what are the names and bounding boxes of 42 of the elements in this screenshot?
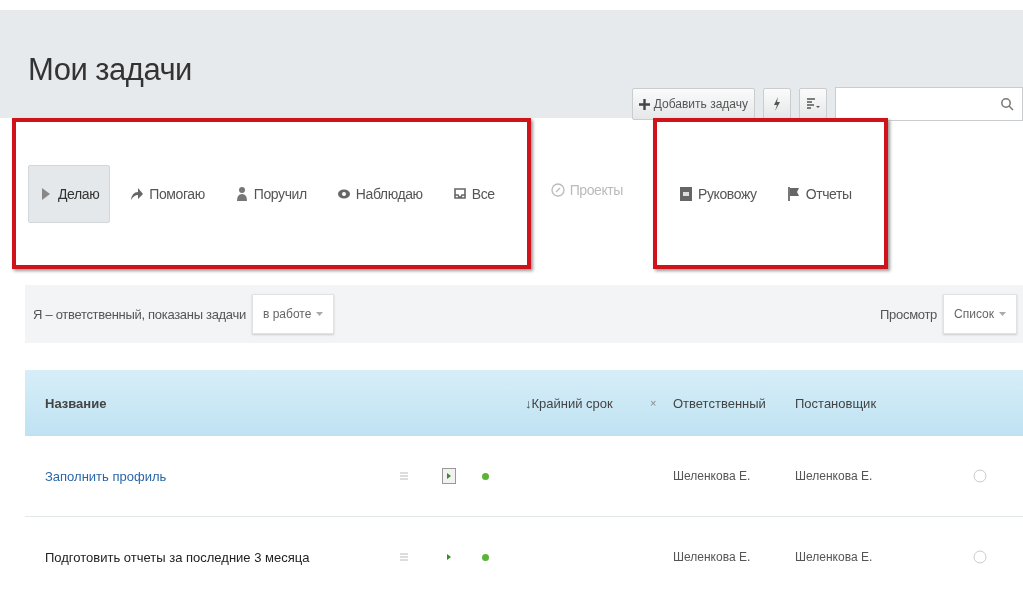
page-title: Мои задачи [28,52,193,88]
table-cell: Шеленкова Е. [795,550,873,564]
list-menu-button[interactable] [799,88,827,120]
task-title: Подготовить отчеты за последние 3 месяца [45,549,310,565]
circle-icon [550,181,565,198]
tab[interactable]: Помогаю [120,164,215,223]
person-icon [234,185,249,202]
tab[interactable]: Отчеты [776,164,862,223]
table-cell: Шеленкова Е. [673,469,751,483]
column-header[interactable]: ↓Крайний срок [525,395,613,411]
lightning-button[interactable] [763,88,791,120]
book-icon [679,185,693,202]
tab[interactable]: Руковожу [669,164,767,223]
status-dot-icon [482,553,489,561]
tab[interactable]: Делаю [28,164,111,223]
list-icon [805,96,821,112]
column-header[interactable]: Постановщик [795,395,877,411]
tray-icon [452,185,467,202]
radio-icon[interactable] [973,550,987,564]
tab[interactable]: Наблюдаю [326,164,433,223]
status-dropdown[interactable]: в работе [251,294,335,334]
tab[interactable]: Все [442,164,505,223]
flag-icon [786,185,801,202]
table-cell: Шеленкова Е. [673,550,751,564]
tab[interactable]: Поручил [224,164,317,223]
plus-icon [638,98,650,110]
radio-icon[interactable] [973,469,987,483]
column-header[interactable]: Название [45,395,107,411]
filter-text: Я – ответственный, показаны задачи [33,306,246,322]
column-header[interactable]: Ответственный [673,395,766,411]
search-icon [1000,97,1014,111]
lightning-icon [772,96,782,112]
search-field[interactable] [835,87,1023,121]
add-task-button[interactable]: Добавить задачу [631,88,755,120]
table-cell: Шеленкова Е. [795,469,873,483]
caret-icon [999,312,1006,316]
view-dropdown[interactable]: Список [943,294,1017,334]
play-icon[interactable] [442,468,456,484]
task-link[interactable]: Заполнить профиль [45,468,167,484]
caret-icon [316,312,324,316]
view-label: Просмотр [880,306,938,322]
status-dot-icon [482,472,489,480]
